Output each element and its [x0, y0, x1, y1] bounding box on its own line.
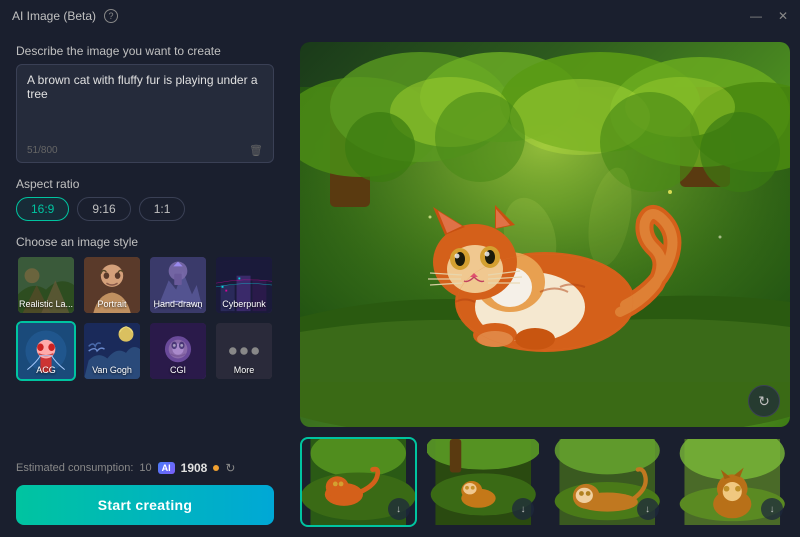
consumption-value: 10 [139, 462, 151, 474]
prompt-input[interactable]: A brown cat with fluffy fur is playing u… [27, 73, 263, 133]
aspect-buttons: 16:9 9:16 1:1 [16, 197, 274, 221]
coins-count: 1908 [181, 461, 208, 475]
thumbnail-4[interactable]: ↓ [674, 437, 791, 527]
thumb-download-4[interactable]: ↓ [761, 498, 783, 520]
thumb-download-1[interactable]: ↓ [388, 498, 410, 520]
info-icon[interactable]: ? [104, 9, 118, 23]
main-image-canvas [300, 42, 790, 427]
right-panel: ↻ ↓ [290, 32, 800, 537]
style-more[interactable]: More [214, 321, 274, 381]
left-panel: Describe the image you want to create A … [0, 32, 290, 537]
prompt-footer: 51/800 🗑 [27, 144, 263, 157]
title-bar-controls: — ✕ [750, 9, 788, 23]
clear-icon[interactable]: 🗑 [249, 144, 263, 157]
char-count: 51/800 [27, 145, 58, 156]
thumbnail-1[interactable]: ↓ [300, 437, 417, 527]
style-cyberpunk-label: Cyberpunk [216, 297, 272, 311]
prompt-textarea-wrapper: A brown cat with fluffy fur is playing u… [16, 64, 274, 163]
style-acg[interactable]: ACG [16, 321, 76, 381]
aspect-section: Aspect ratio 16:9 9:16 1:1 [16, 177, 274, 221]
refresh-icon[interactable]: ↻ [225, 461, 235, 475]
dot-indicator [213, 465, 219, 471]
thumbnails-row: ↓ ↓ [300, 437, 790, 527]
consumption-label: Estimated consumption: [16, 462, 133, 474]
style-more-label: More [216, 363, 272, 377]
aspect-btn-9-16[interactable]: 9:16 [77, 197, 130, 221]
title-bar-left: AI Image (Beta) ? [12, 9, 118, 23]
style-label: Choose an image style [16, 235, 274, 249]
minimize-button[interactable]: — [750, 9, 762, 23]
download-button-main[interactable]: ↻ [748, 385, 780, 417]
style-portrait[interactable]: Portrait [82, 255, 142, 315]
thumbnail-3[interactable]: ↓ [549, 437, 666, 527]
style-cgi-label: CGI [150, 363, 206, 377]
style-vangogh-label: Van Gogh [84, 363, 140, 377]
title-bar: AI Image (Beta) ? — ✕ [0, 0, 800, 32]
thumb-download-2[interactable]: ↓ [512, 498, 534, 520]
style-acg-label: ACG [18, 363, 74, 377]
aspect-label: Aspect ratio [16, 177, 274, 191]
style-cyberpunk[interactable]: Cyberpunk [214, 255, 274, 315]
main-content: Describe the image you want to create A … [0, 32, 800, 537]
style-handdrawn[interactable]: Hand-drawn [148, 255, 208, 315]
style-cgi[interactable]: CGI [148, 321, 208, 381]
close-button[interactable]: ✕ [778, 9, 788, 23]
bottom-section: Estimated consumption: 10 AI 1908 ↻ Star… [16, 461, 274, 525]
style-vangogh[interactable]: Van Gogh [82, 321, 142, 381]
style-handdrawn-label: Hand-drawn [150, 297, 206, 311]
app-title: AI Image (Beta) [12, 9, 96, 23]
prompt-section: Describe the image you want to create A … [16, 44, 274, 163]
main-image-wrapper: ↻ [300, 42, 790, 427]
aspect-btn-1-1[interactable]: 1:1 [139, 197, 186, 221]
ai-badge: AI [158, 462, 175, 474]
style-realistic-label: Realistic La... [18, 297, 74, 311]
style-section: Choose an image style Realistic La... [16, 235, 274, 381]
start-creating-button[interactable]: Start creating [16, 485, 274, 525]
style-portrait-label: Portrait [84, 297, 140, 311]
thumb-download-3[interactable]: ↓ [637, 498, 659, 520]
aspect-btn-16-9[interactable]: 16:9 [16, 197, 69, 221]
download-icon-main: ↻ [758, 393, 770, 410]
style-realistic[interactable]: Realistic La... [16, 255, 76, 315]
thumbnail-2[interactable]: ↓ [425, 437, 542, 527]
prompt-label: Describe the image you want to create [16, 44, 274, 58]
consumption-row: Estimated consumption: 10 AI 1908 ↻ [16, 461, 274, 475]
style-grid: Realistic La... [16, 255, 274, 381]
